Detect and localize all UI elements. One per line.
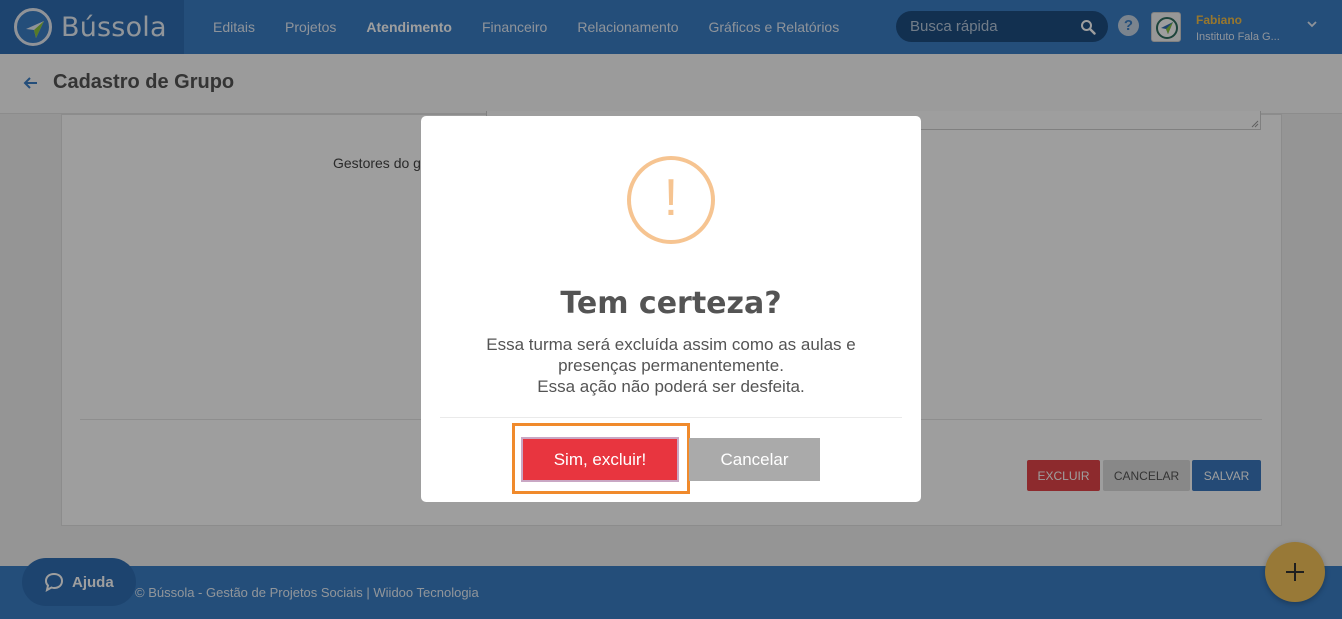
dialog-message: Essa turma será excluída assim como as a… [461, 334, 881, 397]
warning-icon: ! [627, 156, 715, 244]
dialog-message-line: Essa turma será excluída assim como as a… [486, 335, 856, 354]
dialog-divider [440, 417, 902, 418]
confirm-dialog: ! Tem certeza? Essa turma será excluída … [421, 116, 921, 502]
dialog-message-line: Essa ação não poderá ser desfeita. [537, 377, 805, 396]
warning-mark: ! [663, 169, 679, 227]
dialog-message-line: presenças permanentemente. [558, 356, 784, 375]
confirm-delete-button[interactable]: Sim, excluir! [521, 437, 679, 482]
cancel-dialog-button[interactable]: Cancelar [689, 438, 820, 481]
dialog-title: Tem certeza? [560, 286, 782, 321]
